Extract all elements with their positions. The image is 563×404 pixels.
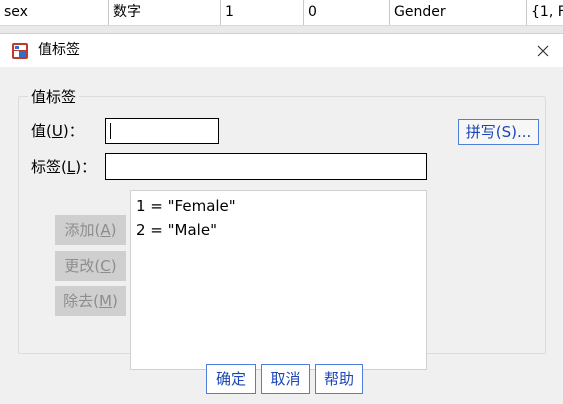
add-button[interactable]: 添加(A) xyxy=(55,215,126,245)
app-icon xyxy=(11,42,29,60)
grid-cell-decimals: 0 xyxy=(304,0,390,25)
data-grid-row: sex 数字 1 0 Gender {1, F xyxy=(0,0,563,26)
text-caret xyxy=(110,123,111,139)
value-labels-list[interactable]: 1 = "Female" 2 = "Male" xyxy=(130,190,427,370)
list-item[interactable]: 1 = "Female" xyxy=(136,196,236,216)
grid-cell-label: Gender xyxy=(390,0,527,25)
cancel-button[interactable]: 取消 xyxy=(261,364,310,394)
grid-cell-name: sex xyxy=(0,0,109,25)
ok-button[interactable]: 确定 xyxy=(206,364,256,394)
list-item[interactable]: 2 = "Male" xyxy=(136,220,217,240)
dialog-title: 值标签 xyxy=(38,42,80,58)
close-button[interactable] xyxy=(523,34,563,67)
help-button[interactable]: 帮助 xyxy=(315,364,363,394)
change-button[interactable]: 更改(C) xyxy=(55,251,126,281)
value-labels-dialog: 值标签 值标签 值(U)： 拼写(S)... 标签(L)： 添加(A) 更改(C… xyxy=(0,33,563,404)
group-title: 值标签 xyxy=(28,86,80,107)
close-icon xyxy=(537,45,549,56)
label-field-label: 标签(L)： xyxy=(31,158,97,176)
spelling-button[interactable]: 拼写(S)... xyxy=(458,119,539,145)
dialog-titlebar: 值标签 xyxy=(0,34,563,67)
grid-cell-type: 数字 xyxy=(109,0,221,25)
value-field-label: 值(U)： xyxy=(31,122,84,140)
grid-cell-width: 1 xyxy=(221,0,304,25)
remove-button[interactable]: 除去(M) xyxy=(55,286,126,316)
label-input[interactable] xyxy=(105,153,427,180)
value-input[interactable] xyxy=(105,118,219,144)
grid-cell-values: {1, F xyxy=(531,4,563,20)
